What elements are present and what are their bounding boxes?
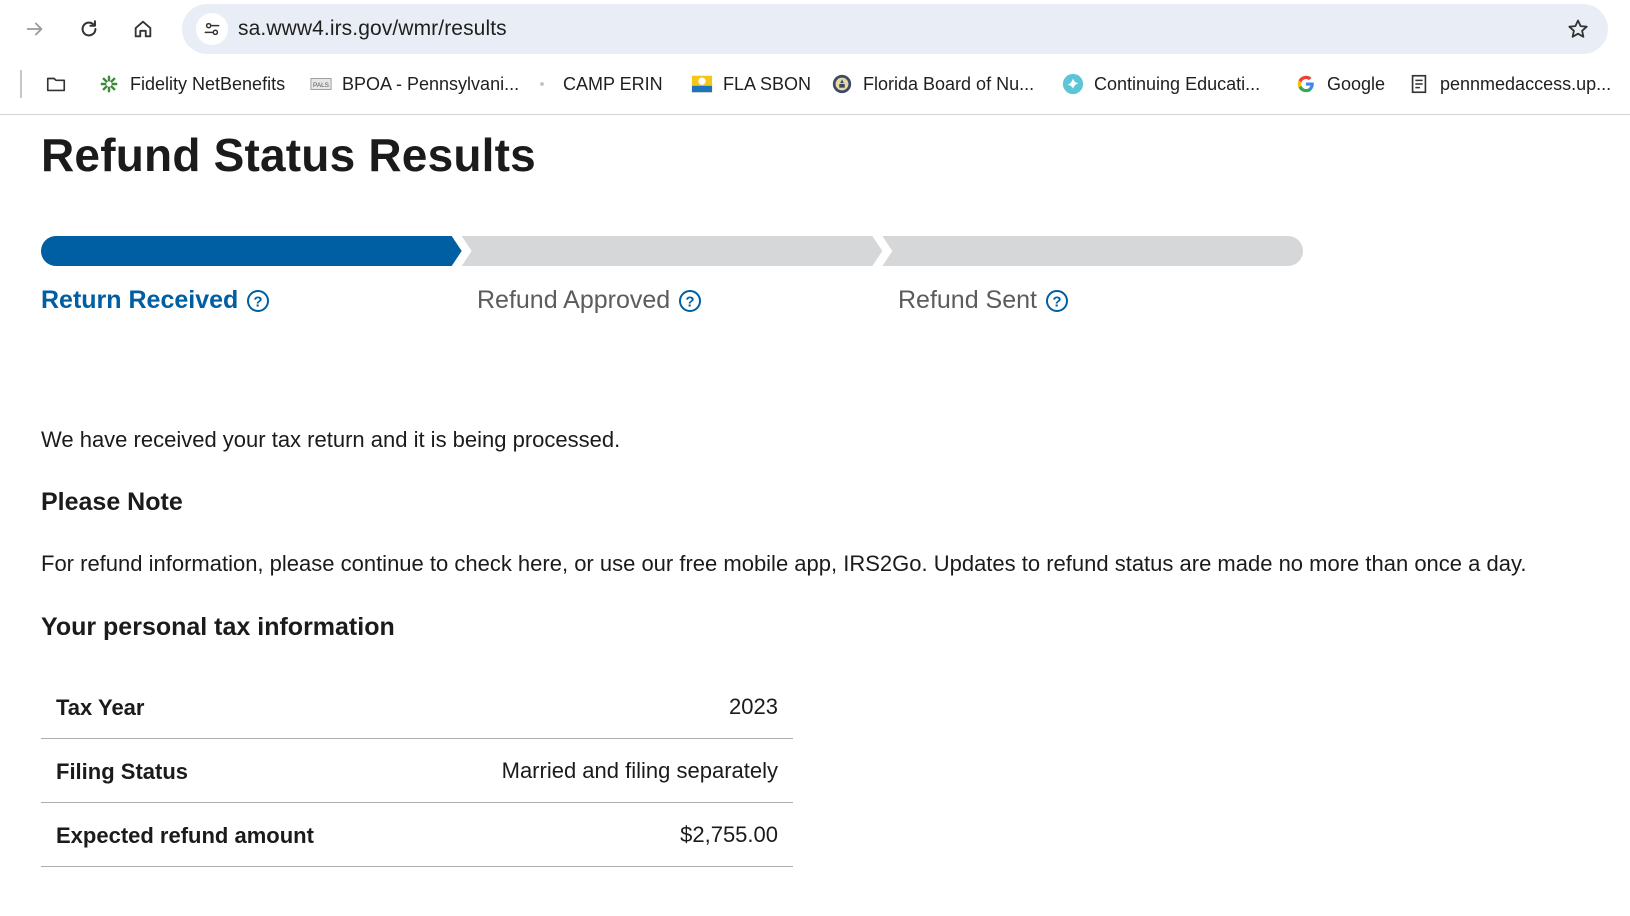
google-icon xyxy=(1297,75,1314,93)
seal-icon xyxy=(832,74,852,94)
step-indicator-bar xyxy=(41,236,1303,266)
bookmark-label: BPOA - Pennsylvani... xyxy=(342,73,520,94)
tax-year-label: Tax Year xyxy=(56,695,145,720)
step-segment-3 xyxy=(882,236,1303,266)
please-note-text: For refund information, please continue … xyxy=(41,551,1527,576)
step-refund-sent: Refund Sent ? xyxy=(898,286,1069,315)
bookmark-fla-sbon[interactable]: FLA SBON xyxy=(690,68,811,100)
address-bar[interactable]: sa.www4.irs.gov/wmr/results xyxy=(182,4,1608,54)
bookmark-label: pennmedaccess.up... xyxy=(1440,73,1612,94)
help-icon[interactable]: ? xyxy=(678,289,702,313)
browser-toolbar: sa.www4.irs.gov/wmr/results xyxy=(0,0,1630,58)
tax-info-table: Tax Year 2023 Filing Status Married and … xyxy=(41,675,793,867)
pals-icon: PALS xyxy=(310,78,332,90)
site-info-button[interactable] xyxy=(196,13,228,45)
bookmark-florida-board[interactable]: Florida Board of Nu... xyxy=(830,68,1034,100)
forward-button[interactable] xyxy=(17,11,53,47)
reload-icon xyxy=(81,20,97,37)
table-row: Filing Status Married and filing separat… xyxy=(41,739,793,803)
table-row: Tax Year 2023 xyxy=(41,675,793,739)
bookmark-label: Florida Board of Nu... xyxy=(863,73,1035,94)
filing-status-label: Filing Status xyxy=(56,759,188,784)
bookmark-label: CAMP ERIN xyxy=(563,73,663,94)
bookmark-label: FLA SBON xyxy=(723,73,812,94)
tax-year-value: 2023 xyxy=(729,694,778,719)
expected-refund-label: Expected refund amount xyxy=(56,823,314,848)
step-segment-1 xyxy=(41,236,462,266)
all-bookmarks-button[interactable] xyxy=(44,68,77,100)
bookmark-pennmedaccess[interactable]: pennmedaccess.up... xyxy=(1407,68,1611,100)
step-return-received: Return Received ? xyxy=(41,286,270,315)
bookmark-bpoa[interactable]: PALS BPOA - Pennsylvani... xyxy=(309,68,519,100)
fidelity-icon xyxy=(99,74,119,94)
please-note-heading: Please Note xyxy=(41,488,183,516)
bookmark-label: Continuing Educati... xyxy=(1094,73,1261,94)
svg-text:?: ? xyxy=(1052,293,1061,310)
dot-icon xyxy=(540,82,544,86)
expected-refund-value: $2,755.00 xyxy=(680,822,778,847)
table-row: Expected refund amount $2,755.00 xyxy=(41,803,793,867)
url-text[interactable]: sa.www4.irs.gov/wmr/results xyxy=(238,17,507,41)
tune-icon xyxy=(204,22,220,36)
svg-text:?: ? xyxy=(254,293,263,310)
step-label: Refund Approved xyxy=(477,286,671,314)
help-icon[interactable]: ? xyxy=(1045,289,1069,313)
bookmark-continuing-education[interactable]: Continuing Educati... xyxy=(1061,68,1260,100)
svg-text:?: ? xyxy=(686,293,695,310)
arrow-right-icon xyxy=(26,22,43,36)
step-refund-approved: Refund Approved ? xyxy=(477,286,702,315)
personal-tax-info-heading: Your personal tax information xyxy=(41,613,395,641)
bookmarks-divider xyxy=(20,70,22,98)
step-label: Refund Sent xyxy=(898,286,1037,314)
folder-icon xyxy=(46,77,66,92)
home-icon xyxy=(134,20,152,38)
step-label: Return Received xyxy=(41,286,239,314)
bookmarks-bar: Fidelity NetBenefits PALS BPOA - Pennsyl… xyxy=(0,58,1630,115)
step-segment-2 xyxy=(461,236,883,266)
status-message: We have received your tax return and it … xyxy=(41,427,621,452)
bookmark-star-button[interactable] xyxy=(1564,15,1592,43)
bookmark-camp-erin[interactable]: CAMP ERIN xyxy=(530,68,663,100)
bird-icon xyxy=(1062,73,1084,95)
help-icon[interactable]: ? xyxy=(246,289,270,313)
page-title: Refund Status Results xyxy=(41,129,536,181)
page-icon xyxy=(1411,74,1427,94)
bookmark-fidelity[interactable]: Fidelity NetBenefits xyxy=(97,68,285,100)
bookmark-label: Google xyxy=(1327,73,1386,94)
home-button[interactable] xyxy=(125,11,161,47)
reload-button[interactable] xyxy=(71,11,107,47)
svg-text:PALS: PALS xyxy=(313,82,329,89)
bookmark-label: Fidelity NetBenefits xyxy=(130,73,286,94)
bookmark-google[interactable]: Google xyxy=(1294,68,1385,100)
filing-status-value: Married and filing separately xyxy=(501,758,778,783)
star-icon xyxy=(1568,19,1588,38)
florida-health-icon xyxy=(691,75,713,93)
